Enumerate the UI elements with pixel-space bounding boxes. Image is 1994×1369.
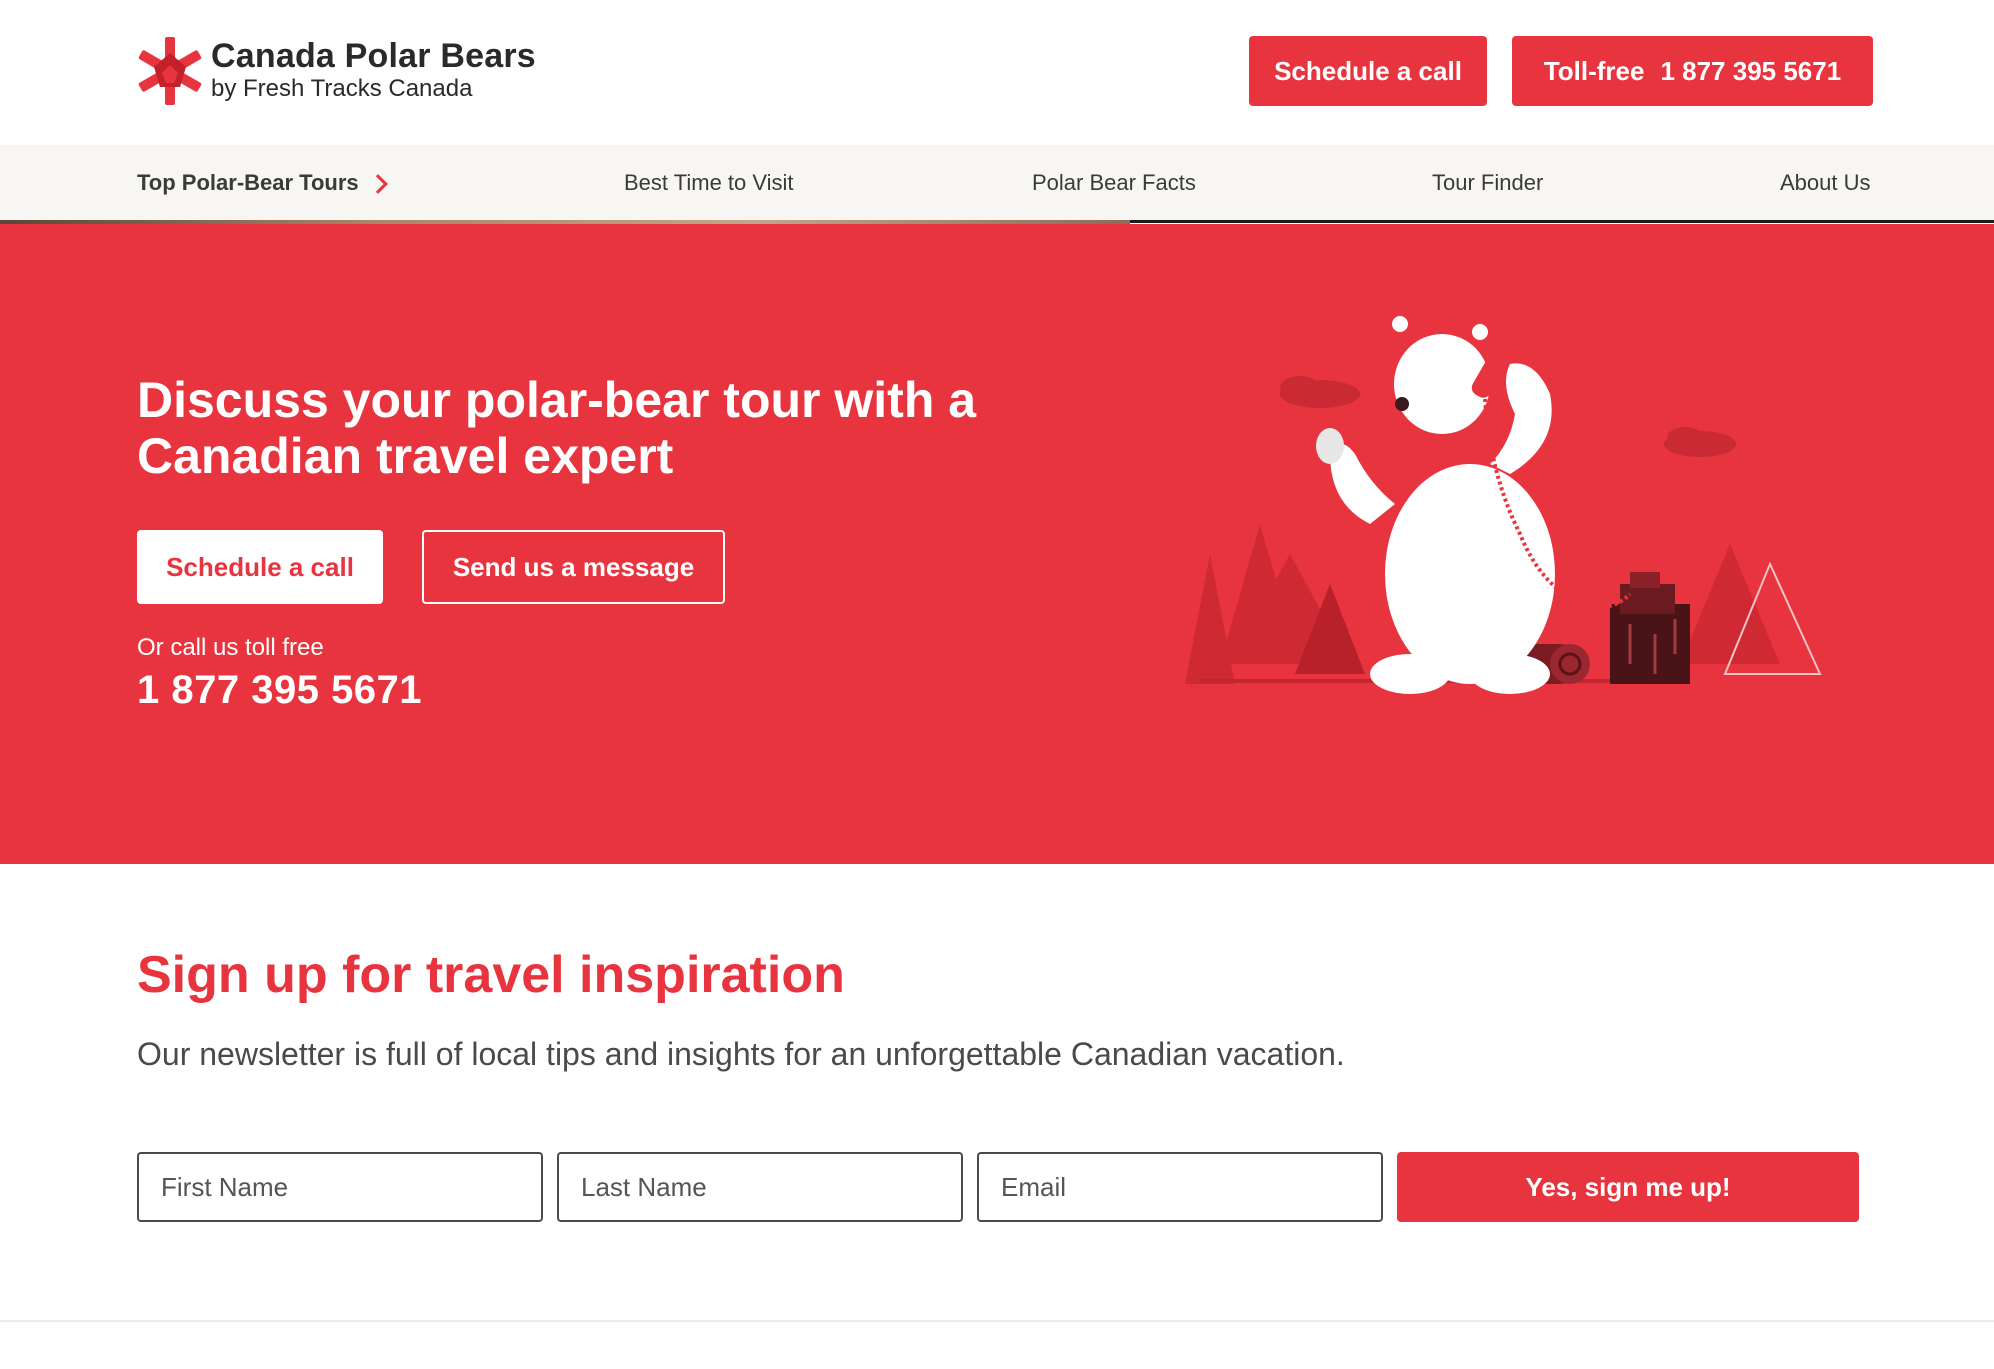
last-name-input[interactable] [557,1152,963,1222]
nav-item-label: Best Time to Visit [624,169,794,195]
nav-item-label: Tour Finder [1432,169,1544,195]
chevron-right-icon [367,173,388,194]
nav-item-about-us[interactable]: About Us [1780,145,1871,220]
page: Canada Polar Bears by Fresh Tracks Canad… [0,0,1994,1369]
header-schedule-call-button[interactable]: Schedule a call [1249,36,1487,106]
brand-title: Canada Polar Bears [211,37,536,75]
hero-schedule-call-button[interactable]: Schedule a call [137,530,383,604]
email-input[interactable] [977,1152,1383,1222]
nav-item-label: Top Polar-Bear Tours [137,169,359,195]
newsletter-title: Sign up for travel inspiration [137,946,845,1004]
newsletter-subtitle: Our newsletter is full of local tips and… [137,1036,1345,1072]
signup-submit-label: Yes, sign me up! [1525,1171,1731,1202]
maple-star-logo-icon [137,36,203,106]
nav-item-label: Polar Bear Facts [1032,169,1196,195]
section-divider [0,1320,1994,1322]
signup-submit-button[interactable]: Yes, sign me up! [1397,1152,1859,1222]
header-tollfree-label: Toll-free [1543,55,1645,86]
polar-bear-phone-illustration [1180,304,1840,744]
hero-phone-number[interactable]: 1 877 395 5671 [137,668,422,713]
first-name-input[interactable] [137,1152,543,1222]
hero-section: Discuss your polar-bear tour with a Cana… [0,224,1994,864]
header-tollfree-button[interactable]: Toll-free 1 877 395 5671 [1512,36,1873,106]
brand-logo[interactable]: Canada Polar Bears by Fresh Tracks Canad… [137,36,536,106]
header-schedule-call-label: Schedule a call [1274,55,1462,86]
main-nav: Top Polar-Bear Tours Best Time to Visit … [0,145,1994,223]
hero-send-message-button[interactable]: Send us a message [422,530,725,604]
nav-item-tour-finder[interactable]: Tour Finder [1432,145,1543,220]
hero-title: Discuss your polar-bear tour with a Cana… [137,372,977,484]
hero-schedule-call-label: Schedule a call [166,551,354,582]
hero-or-call-text: Or call us toll free [137,634,324,661]
brand-subtitle: by Fresh Tracks Canada [211,75,473,102]
header-tollfree-number: 1 877 395 5671 [1660,55,1842,86]
nav-item-best-time-to-visit[interactable]: Best Time to Visit [624,145,794,220]
site-header: Canada Polar Bears by Fresh Tracks Canad… [0,0,1994,145]
hero-send-message-label: Send us a message [452,551,695,582]
nav-item-label: About Us [1780,169,1871,195]
nav-item-top-polar-bear-tours[interactable]: Top Polar-Bear Tours [137,145,388,220]
nav-item-polar-bear-facts[interactable]: Polar Bear Facts [1032,145,1196,220]
